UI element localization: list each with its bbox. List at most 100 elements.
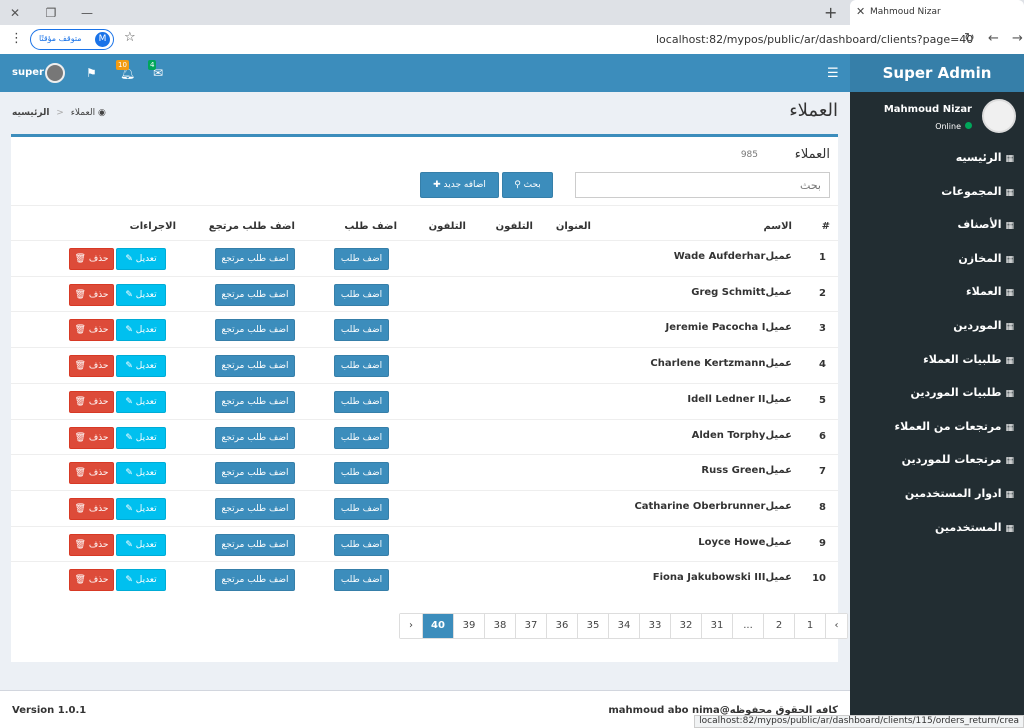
add-return-order-button[interactable]: اضف طلب مرتجع <box>215 390 295 413</box>
edit-button[interactable]: ✎ تعديل <box>116 497 166 520</box>
topbar-username[interactable]: super <box>12 67 44 78</box>
pagination-page[interactable]: 31 <box>701 614 732 638</box>
pagination-page[interactable]: 2 <box>763 614 794 638</box>
pagination-page[interactable]: 40 <box>422 614 453 638</box>
table-row: 6 عميلAlden Torphy اضف طلب اضف طلب مرتجع ✎ ت… <box>11 418 838 455</box>
url-field[interactable]: localhost:82/mypos/public/ar/dashboard/c… <box>656 33 973 46</box>
logo[interactable]: Super Admin <box>850 54 1024 92</box>
sidebar-item[interactable]: ▦الموردين <box>854 319 1014 339</box>
delete-button[interactable]: 🗑︎ حذف <box>69 569 114 592</box>
add-return-order-button[interactable]: اضف طلب مرتجع <box>215 248 295 270</box>
edit-button[interactable]: ✎ تعديل <box>116 569 166 592</box>
delete-button[interactable]: 🗑︎ حذف <box>69 248 114 270</box>
reload-icon[interactable]: ↻ <box>964 31 975 46</box>
close-window-icon[interactable]: ✕ <box>6 4 24 22</box>
browser-tab[interactable]: ✕ Mahmoud Nizar <box>850 0 1024 25</box>
close-tab-icon[interactable]: ✕ <box>856 5 865 18</box>
edit-button[interactable]: ✎ تعديل <box>116 462 166 485</box>
pagination-page[interactable]: 33 <box>639 614 670 638</box>
sidebar-item[interactable]: ▦الأصناف <box>854 218 1014 238</box>
flag-icon[interactable]: ⚑ <box>86 66 97 80</box>
new-tab-icon[interactable]: + <box>824 3 837 22</box>
add-order-button[interactable]: اضف طلب <box>334 390 389 413</box>
delete-button[interactable]: 🗑︎ حذف <box>69 390 114 413</box>
sidebar-item[interactable]: ▦الرئيسيه <box>854 151 1014 171</box>
minimize-window-icon[interactable]: — <box>78 4 96 22</box>
breadcrumb-home[interactable]: الرئيسيه <box>12 108 49 118</box>
avatar[interactable] <box>45 63 65 83</box>
search-input[interactable] <box>575 172 830 198</box>
edit-button[interactable]: ✎ تعديل <box>116 319 166 342</box>
pagination-page[interactable]: 38 <box>484 614 515 638</box>
add-order-button[interactable]: اضف طلب <box>334 319 389 342</box>
pagination-next[interactable]: › <box>400 614 422 638</box>
restore-window-icon[interactable]: ❐ <box>42 4 60 22</box>
add-return-order-button[interactable]: اضف طلب مرتجع <box>215 319 295 342</box>
edit-button[interactable]: ✎ تعديل <box>116 355 166 378</box>
bookmark-star-icon[interactable]: ☆ <box>124 30 136 45</box>
sidebar-item[interactable]: ▦مرتجعات من العملاء <box>854 420 1014 440</box>
delete-button[interactable]: 🗑︎ حذف <box>69 355 114 378</box>
delete-button[interactable]: 🗑︎ حذف <box>69 533 114 556</box>
add-order-button[interactable]: اضف طلب <box>334 533 389 556</box>
sidebar-toggle-icon[interactable]: ☰ <box>827 66 839 81</box>
add-new-button[interactable]: ✚ اضافه جديد <box>420 172 499 198</box>
sidebar-item[interactable]: ▦مرتجعات للموردين <box>854 453 1014 473</box>
add-order-button[interactable]: اضف طلب <box>334 497 389 520</box>
add-order-button[interactable]: اضف طلب <box>334 248 389 270</box>
add-return-order-button[interactable]: اضف طلب مرتجع <box>215 462 295 485</box>
forward-icon[interactable]: → <box>1012 31 1023 46</box>
edit-button[interactable]: ✎ تعديل <box>116 248 166 270</box>
search-icon: ⚲ <box>514 180 524 190</box>
delete-button[interactable]: 🗑︎ حذف <box>69 497 114 520</box>
pagination-page[interactable]: 35 <box>577 614 608 638</box>
delete-button[interactable]: 🗑︎ حذف <box>69 462 114 485</box>
edit-button[interactable]: ✎ تعديل <box>116 533 166 556</box>
add-order-button[interactable]: اضف طلب <box>334 462 389 485</box>
add-return-order-button[interactable]: اضف طلب مرتجع <box>215 426 295 449</box>
status-bar-url: localhost:82/mypos/public/ar/dashboard/c… <box>694 715 1024 728</box>
sidebar-item[interactable]: ▦المستخدمين <box>854 521 1014 541</box>
add-order-button-label: اضف طلب <box>340 575 383 586</box>
pagination-prev[interactable]: ‹ <box>825 614 847 638</box>
sidebar-item-label: العملاء <box>966 285 1002 299</box>
notification-badge: 10 <box>116 60 129 70</box>
pagination-page[interactable]: 32 <box>670 614 701 638</box>
delete-button[interactable]: 🗑︎ حذف <box>69 426 114 449</box>
pagination-page[interactable]: 37 <box>515 614 546 638</box>
grid-icon: ▦ <box>1005 355 1014 366</box>
back-icon[interactable]: ← <box>988 31 999 46</box>
pagination-page[interactable]: 1 <box>794 614 825 638</box>
menu-dots-icon[interactable]: ⋮ <box>10 31 23 46</box>
sidebar-item[interactable]: ▦المخازن <box>854 252 1014 272</box>
sidebar-item[interactable]: ▦طلبيات الموردين <box>854 386 1014 406</box>
edit-button[interactable]: ✎ تعديل <box>116 390 166 413</box>
browser-chrome: ✕ ❐ — + ✕ Mahmoud Nizar ⋮ متوقف مؤقتًا M… <box>0 0 1024 54</box>
add-return-order-button[interactable]: اضف طلب مرتجع <box>215 355 295 378</box>
add-return-order-button[interactable]: اضف طلب مرتجع <box>215 283 295 306</box>
add-return-order-button[interactable]: اضف طلب مرتجع <box>215 497 295 520</box>
add-order-button[interactable]: اضف طلب <box>334 283 389 306</box>
online-status: Online <box>935 122 972 131</box>
edit-button[interactable]: ✎ تعديل <box>116 283 166 306</box>
delete-button[interactable]: 🗑︎ حذف <box>69 319 114 342</box>
pagination-page[interactable]: 34 <box>608 614 639 638</box>
delete-button[interactable]: 🗑︎ حذف <box>69 283 114 306</box>
add-order-button[interactable]: اضف طلب <box>334 355 389 378</box>
sidebar-item[interactable]: ▦طلبيات العملاء <box>854 353 1014 373</box>
row-number: 4 <box>819 359 826 371</box>
add-return-order-button[interactable]: اضف طلب مرتجع <box>215 569 295 592</box>
sidebar-item[interactable]: ▦المجموعات <box>854 185 1014 205</box>
pagination-page[interactable]: 36 <box>546 614 577 638</box>
add-return-order-button-label: اضف طلب مرتجع <box>221 289 289 300</box>
pagination-page: ... <box>732 614 763 638</box>
search-button[interactable]: ⚲ بحث <box>502 172 553 198</box>
sidebar-item[interactable]: ▦العملاء <box>854 285 1014 305</box>
edit-button[interactable]: ✎ تعديل <box>116 426 166 449</box>
add-order-button[interactable]: اضف طلب <box>334 569 389 592</box>
profile-pill[interactable]: متوقف مؤقتًا M <box>30 29 114 50</box>
add-return-order-button[interactable]: اضف طلب مرتجع <box>215 533 295 556</box>
sidebar-item[interactable]: ▦ادوار المستخدمين <box>854 487 1014 507</box>
pagination-page[interactable]: 39 <box>453 614 484 638</box>
add-order-button[interactable]: اضف طلب <box>334 426 389 449</box>
